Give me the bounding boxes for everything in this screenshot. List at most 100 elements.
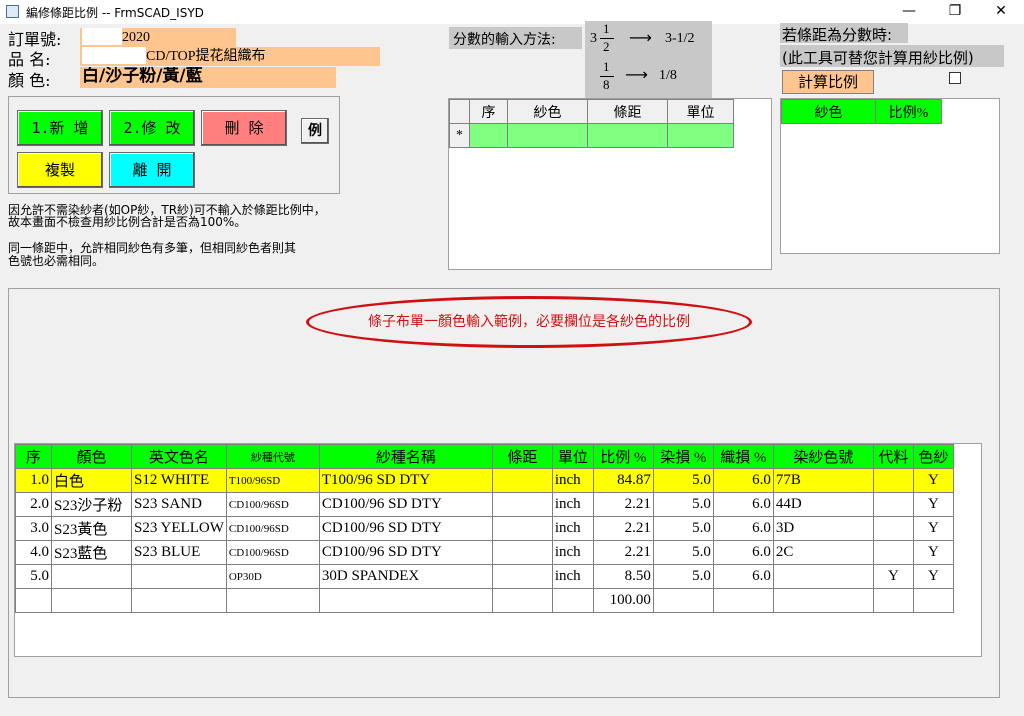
cell-dye-color-no[interactable]: 2C: [772, 540, 874, 565]
cell-colored-yarn[interactable]: [912, 588, 954, 613]
cell-dye-loss[interactable]: 5.0: [652, 564, 714, 589]
cell-substitute[interactable]: [872, 588, 914, 613]
cell-colored-yarn[interactable]: Y: [912, 492, 954, 517]
cell-colored-yarn[interactable]: Y: [912, 516, 954, 541]
cell-yarn-name[interactable]: CD100/96 SD DTY: [318, 540, 493, 565]
cell-unit[interactable]: inch: [551, 564, 594, 589]
cell-stripe[interactable]: [491, 540, 553, 565]
cell-stripe[interactable]: [491, 564, 553, 589]
cell-substitute[interactable]: Y: [872, 564, 914, 589]
cell-stripe[interactable]: [491, 468, 553, 493]
cell-dye-color-no[interactable]: 3D: [772, 516, 874, 541]
cell-unit[interactable]: inch: [551, 492, 594, 517]
cell-colored-yarn[interactable]: Y: [912, 468, 954, 493]
cell-ratio[interactable]: 2.21: [592, 492, 654, 517]
cell-weave-loss[interactable]: 6.0: [712, 564, 774, 589]
cell-yarn-code[interactable]: OP30D: [225, 564, 320, 589]
cell-color[interactable]: S23藍色: [51, 540, 132, 565]
cell-ratio[interactable]: 2.21: [592, 516, 654, 541]
cell-yarn-name[interactable]: 30D SPANDEX: [318, 564, 493, 589]
copy-button[interactable]: 複製: [17, 152, 103, 188]
cell-seq[interactable]: 3.0: [15, 516, 52, 541]
new-row-cell[interactable]: [667, 123, 734, 148]
cell-yarn-name[interactable]: [318, 588, 493, 613]
cell-dye-loss[interactable]: [652, 588, 714, 613]
order-number-field[interactable]: 2020: [80, 28, 236, 47]
cell-color[interactable]: 白色: [51, 468, 132, 493]
col-header-dye-color-no[interactable]: 染紗色號: [772, 444, 874, 469]
delete-button[interactable]: 刪 除: [201, 110, 287, 146]
table-row[interactable]: 4.0 S23藍色 S23 BLUE CD100/96SD CD100/96 SD DT…: [15, 540, 954, 565]
color-field[interactable]: 白/沙子粉/黃/藍: [80, 67, 336, 88]
cell-seq[interactable]: 2.0: [15, 492, 52, 517]
cell-unit[interactable]: inch: [551, 540, 594, 565]
col-header-weave-loss[interactable]: 織損 %: [712, 444, 774, 469]
cell-substitute[interactable]: [872, 492, 914, 517]
restore-button[interactable]: ❐: [932, 0, 978, 22]
cell-seq[interactable]: 5.0: [15, 564, 52, 589]
cell-seq[interactable]: 4.0: [15, 540, 52, 565]
ratio-col-yarn-color[interactable]: 紗色: [781, 99, 876, 124]
col-header-english-color[interactable]: 英文色名: [131, 444, 227, 469]
cell-english-color[interactable]: S23 YELLOW: [131, 516, 227, 541]
cell-english-color[interactable]: [131, 564, 227, 589]
cell-color[interactable]: S23黃色: [51, 516, 132, 541]
stripe-entry-grid[interactable]: 序 紗色 條距 單位 *: [448, 98, 772, 270]
cell-unit[interactable]: inch: [551, 516, 594, 541]
cell-yarn-name[interactable]: CD100/96 SD DTY: [318, 516, 493, 541]
new-row-cell[interactable]: [587, 123, 668, 148]
cell-dye-loss[interactable]: 5.0: [652, 516, 714, 541]
cell-ratio[interactable]: 84.87: [592, 468, 654, 493]
cell-yarn-code[interactable]: [225, 588, 320, 613]
cell-unit[interactable]: [551, 588, 594, 613]
col-header-dye-loss[interactable]: 染損 %: [652, 444, 714, 469]
add-button[interactable]: 1.新 增: [17, 110, 103, 146]
cell-yarn-code[interactable]: CD100/96SD: [225, 492, 320, 517]
col-header-unit[interactable]: 單位: [551, 444, 594, 469]
cell-english-color[interactable]: S23 BLUE: [131, 540, 227, 565]
cell-english-color[interactable]: S23 SAND: [131, 492, 227, 517]
cell-yarn-code[interactable]: CD100/96SD: [225, 516, 320, 541]
cell-substitute[interactable]: [872, 468, 914, 493]
cell-yarn-code[interactable]: T100/96SD: [225, 468, 320, 493]
cell-weave-loss[interactable]: 6.0: [712, 468, 774, 493]
cell-english-color[interactable]: S12 WHITE: [131, 468, 227, 493]
close-button[interactable]: ✕: [978, 0, 1024, 22]
col-header-yarn-name[interactable]: 紗種名稱: [318, 444, 493, 469]
cell-substitute[interactable]: [872, 516, 914, 541]
table-row[interactable]: 3.0 S23黃色 S23 YELLOW CD100/96SD CD100/96 SD …: [15, 516, 954, 541]
cell-color[interactable]: [51, 588, 132, 613]
cell-yarn-code[interactable]: CD100/96SD: [225, 540, 320, 565]
cell-weave-loss[interactable]: [712, 588, 774, 613]
ratio-checkbox[interactable]: [949, 72, 961, 84]
col-header-substitute[interactable]: 代料: [872, 444, 914, 469]
cell-ratio[interactable]: 8.50: [592, 564, 654, 589]
cell-english-color[interactable]: [131, 588, 227, 613]
table-row[interactable]: 1.0 白色 S12 WHITE T100/96SD T100/96 SD DTY inc…: [15, 468, 954, 493]
cell-dye-color-no[interactable]: [772, 588, 874, 613]
cell-yarn-name[interactable]: T100/96 SD DTY: [318, 468, 493, 493]
col-header-seq[interactable]: 序: [15, 444, 52, 469]
minimize-button[interactable]: —: [886, 0, 932, 22]
col-header-seq[interactable]: 序: [469, 99, 508, 124]
leave-button[interactable]: 離 開: [109, 152, 195, 188]
example-button[interactable]: 例: [301, 118, 329, 144]
cell-dye-loss[interactable]: 5.0: [652, 492, 714, 517]
col-header-ratio[interactable]: 比例 %: [592, 444, 654, 469]
table-row[interactable]: 2.0 S23沙子粉 S23 SAND CD100/96SD CD100/96 SD D…: [15, 492, 954, 517]
edit-button[interactable]: 2.修 改: [109, 110, 195, 146]
cell-colored-yarn[interactable]: Y: [912, 540, 954, 565]
ratio-result-grid[interactable]: 紗色 比例%: [780, 98, 1000, 254]
new-row-cell[interactable]: [469, 123, 508, 148]
cell-dye-color-no[interactable]: 77B: [772, 468, 874, 493]
cell-dye-loss[interactable]: 5.0: [652, 540, 714, 565]
col-header-colored-yarn[interactable]: 色紗: [912, 444, 954, 469]
col-header-yarn-color[interactable]: 紗色: [507, 99, 588, 124]
col-header-yarn-code[interactable]: 紗種代號: [225, 444, 320, 469]
calculate-ratio-button[interactable]: 計算比例: [782, 70, 874, 94]
cell-ratio[interactable]: 100.00: [592, 588, 654, 613]
cell-stripe[interactable]: [491, 588, 553, 613]
col-header-unit[interactable]: 單位: [667, 99, 734, 124]
cell-ratio[interactable]: 2.21: [592, 540, 654, 565]
cell-dye-loss[interactable]: 5.0: [652, 468, 714, 493]
